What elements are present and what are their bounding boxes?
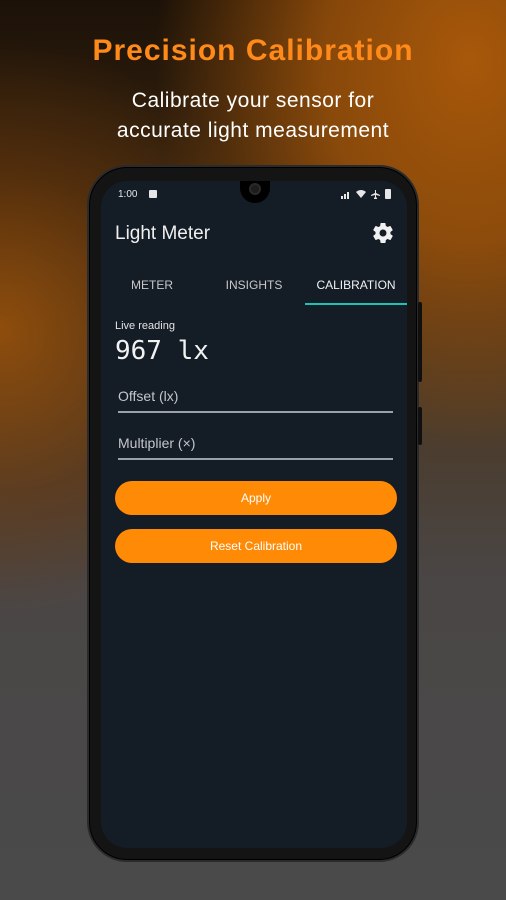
volume-button [418, 407, 422, 445]
tab-calibration[interactable]: CALIBRATION [305, 273, 407, 305]
live-reading-label: Live reading [115, 320, 175, 332]
promo-subline-line-2: accurate light measurement [116, 119, 390, 142]
phone-frame: 1:00 Light Meter METER INSIGHTS CALIBRAT… [87, 165, 422, 862]
signal-icon [341, 191, 349, 199]
app-title: Light Meter [115, 223, 211, 244]
apply-button[interactable]: Apply [115, 481, 397, 515]
offset-field[interactable]: Offset (lx) [118, 383, 393, 413]
app-screen: 1:00 Light Meter METER INSIGHTS CALIBRAT… [101, 181, 407, 848]
promo-subline-line-1: Calibrate your sensor for [131, 89, 375, 112]
gear-icon[interactable] [371, 221, 395, 245]
tab-bar: METER INSIGHTS CALIBRATION [101, 273, 407, 305]
reset-calibration-button[interactable]: Reset Calibration [115, 529, 397, 563]
wifi-icon [356, 189, 366, 198]
status-icons [341, 189, 391, 199]
airplane-icon [371, 189, 380, 199]
promo-headline: Precision Calibration [92, 34, 414, 67]
battery-icon [385, 189, 391, 199]
status-time: 1:00 [118, 189, 138, 200]
live-reading-value: 967 lx [115, 336, 209, 366]
tab-meter[interactable]: METER [101, 273, 203, 305]
multiplier-field[interactable]: Multiplier (×) [118, 430, 393, 460]
status-bar: 1:00 [101, 187, 407, 203]
power-button [418, 302, 422, 382]
tab-insights[interactable]: INSIGHTS [203, 273, 305, 305]
promo-subline: Calibrate your sensor for accurate light… [0, 86, 506, 146]
notification-icon [149, 190, 157, 198]
